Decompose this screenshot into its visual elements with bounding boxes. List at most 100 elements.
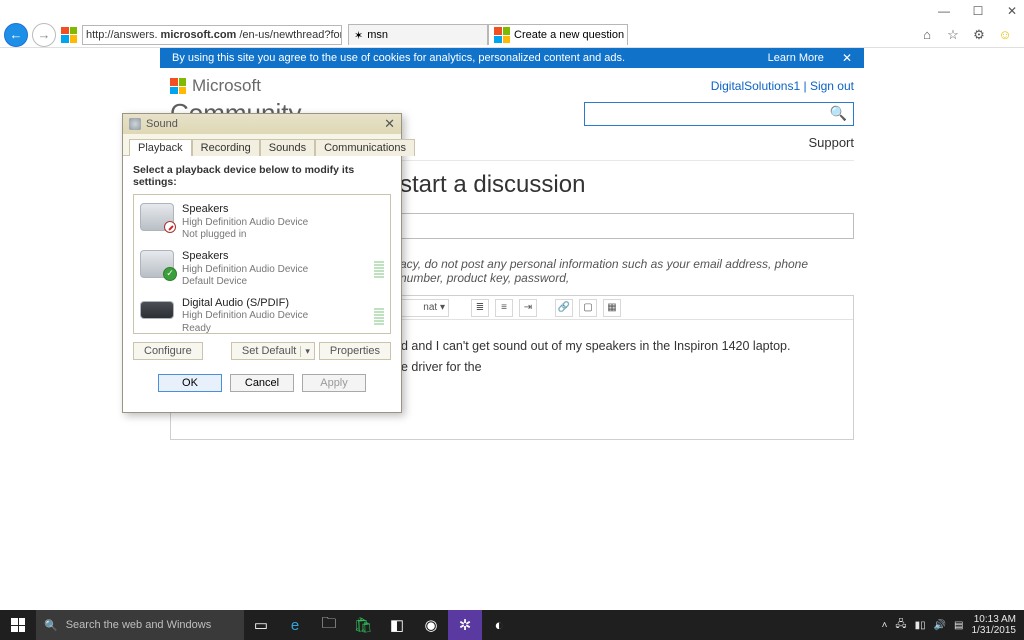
favorites-icon[interactable]: ☆ [944, 26, 962, 44]
site-search-input[interactable]: 🔍 [584, 102, 854, 126]
taskbar-clock[interactable]: 10:13 AM 1/31/2015 [972, 614, 1017, 637]
tab-communications[interactable]: Communications [315, 139, 415, 156]
editor-line: e driver for the [401, 357, 839, 378]
clock-time: 10:13 AM [972, 614, 1017, 626]
window-titlebar: — ☐ ✕ [0, 0, 1024, 22]
url-path: /en-us/newthread?forum=in [239, 29, 342, 41]
device-name: Speakers [182, 203, 308, 217]
sound-icon [129, 118, 141, 130]
apply-button[interactable]: Apply [302, 374, 366, 392]
task-view-button[interactable]: ▭ [244, 610, 278, 640]
insert-table-button[interactable]: ▦ [603, 299, 621, 317]
nav-back-button[interactable]: ← [4, 23, 28, 47]
dialog-tabs: Playback Recording Sounds Communications [123, 134, 401, 156]
taskbar-app-icon[interactable]: ✲ [448, 610, 482, 640]
ok-button[interactable]: OK [158, 374, 222, 392]
device-item[interactable]: Speakers High Definition Audio Device De… [138, 246, 386, 293]
device-status: Ready [182, 323, 308, 336]
editor-line: d and I can't get sound out of my speake… [401, 336, 839, 357]
tab-recording[interactable]: Recording [192, 139, 260, 156]
cancel-button[interactable]: Cancel [230, 374, 294, 392]
nav-forward-button[interactable]: → [32, 23, 56, 47]
tab-create-question[interactable]: Create a new question or st... ✕ [488, 24, 628, 45]
level-meter-icon [374, 250, 384, 278]
tray-battery-icon[interactable]: ▮▯ [915, 620, 926, 631]
taskbar-app-icon[interactable]: ◧ [380, 610, 414, 640]
dialog-title: Sound [146, 118, 178, 130]
spdif-icon [140, 301, 174, 319]
dialog-close-button[interactable]: ✕ [384, 116, 395, 132]
window-close-button[interactable]: ✕ [1004, 3, 1020, 19]
taskbar-search-placeholder: Search the web and Windows [66, 619, 212, 631]
tab-label: Create a new question or st... [514, 29, 628, 41]
search-icon[interactable]: 🔍 [830, 105, 847, 122]
device-status: Default Device [182, 276, 308, 289]
taskbar-ie-icon[interactable]: e [278, 610, 312, 640]
window-minimize-button[interactable]: — [936, 3, 952, 19]
taskbar: 🔍 Search the web and Windows ▭ e 🗀 🛍 ◧ ◉… [0, 610, 1024, 640]
tab-label: msn [367, 29, 388, 41]
sound-dialog: Sound ✕ Playback Recording Sounds Commun… [122, 113, 402, 413]
subject-input[interactable] [400, 213, 854, 239]
taskbar-app-icon[interactable]: ◐ [482, 610, 516, 640]
microsoft-brand-text: Microsoft [192, 76, 261, 96]
clock-date: 1/31/2015 [972, 625, 1017, 637]
url-host: microsoft.com [161, 29, 237, 41]
taskbar-explorer-icon[interactable]: 🗀 [312, 610, 346, 640]
device-driver: High Definition Audio Device [182, 264, 308, 277]
device-list[interactable]: Speakers High Definition Audio Device No… [133, 194, 391, 334]
tab-strip: ✶ msn Create a new question or st... ✕ [348, 24, 628, 45]
tab-sounds[interactable]: Sounds [260, 139, 315, 156]
feedback-icon[interactable]: ☺ [996, 26, 1014, 44]
cookie-learn-more-link[interactable]: Learn More [768, 52, 824, 64]
numbered-list-button[interactable]: ≡ [495, 299, 513, 317]
taskbar-chrome-icon[interactable]: ◉ [414, 610, 448, 640]
configure-button[interactable]: Configure [133, 342, 203, 360]
tray-notifications-icon[interactable]: ▤ [954, 620, 963, 631]
username-link[interactable]: DigitalSolutions1 [711, 79, 800, 93]
tab-msn[interactable]: ✶ msn [348, 24, 488, 45]
device-item[interactable]: Speakers High Definition Audio Device No… [138, 199, 386, 246]
device-driver: High Definition Audio Device [182, 217, 308, 230]
nav-support-link[interactable]: Support [808, 135, 854, 150]
insert-link-button[interactable]: 🔗 [555, 299, 573, 317]
tray-overflow-button[interactable]: ˄ [882, 620, 888, 631]
browser-toolbar: ← → http://answers.microsoft.com/en-us/n… [0, 22, 1024, 48]
account-sep: | [800, 79, 810, 93]
cookie-message: By using this site you agree to the use … [172, 52, 625, 64]
speaker-icon [140, 203, 174, 231]
bullet-list-button[interactable]: ≣ [471, 299, 489, 317]
taskbar-search-input[interactable]: 🔍 Search the web and Windows [36, 610, 244, 640]
dialog-titlebar[interactable]: Sound ✕ [123, 114, 401, 134]
signout-link[interactable]: Sign out [810, 79, 854, 93]
insert-image-button[interactable]: ▢ [579, 299, 597, 317]
favicon-icon [60, 26, 78, 44]
taskbar-apps: ▭ e 🗀 🛍 ◧ ◉ ✲ ◐ [244, 610, 516, 640]
device-driver: High Definition Audio Device [182, 310, 308, 323]
settings-icon[interactable]: ⚙ [970, 26, 988, 44]
account-links: DigitalSolutions1 | Sign out [711, 79, 854, 93]
microsoft-logo[interactable]: Microsoft [170, 76, 261, 96]
system-tray: ˄ 🖧 ▮▯ 🔊 ▤ 10:13 AM 1/31/2015 [882, 614, 1024, 637]
set-default-button[interactable]: Set Default [231, 342, 315, 360]
properties-button[interactable]: Properties [319, 342, 391, 360]
browser-actions: ⌂ ☆ ⚙ ☺ [918, 26, 1020, 44]
level-meter-icon [374, 297, 384, 325]
tray-network-icon[interactable]: 🖧 [895, 617, 906, 634]
home-icon[interactable]: ⌂ [918, 26, 936, 44]
tab-playback[interactable]: Playback [129, 139, 192, 156]
address-bar[interactable]: http://answers.microsoft.com/en-us/newth… [82, 25, 342, 45]
start-button[interactable] [0, 610, 36, 640]
indent-button[interactable]: ⇥ [519, 299, 537, 317]
url-prefix: http://answers. [86, 29, 158, 41]
tab-favicon-icon [494, 27, 510, 43]
device-name: Speakers [182, 250, 308, 264]
taskbar-store-icon[interactable]: 🛍 [346, 610, 380, 640]
format-dropdown[interactable]: nat ▾ [401, 299, 449, 317]
speaker-icon [140, 250, 174, 278]
device-item[interactable]: Digital Audio (S/PDIF) High Definition A… [138, 293, 386, 340]
cookie-close-button[interactable]: ✕ [842, 51, 852, 65]
tray-volume-icon[interactable]: 🔊 [934, 620, 946, 631]
dialog-instruction: Select a playback device below to modify… [133, 164, 391, 188]
window-maximize-button[interactable]: ☐ [970, 3, 986, 19]
